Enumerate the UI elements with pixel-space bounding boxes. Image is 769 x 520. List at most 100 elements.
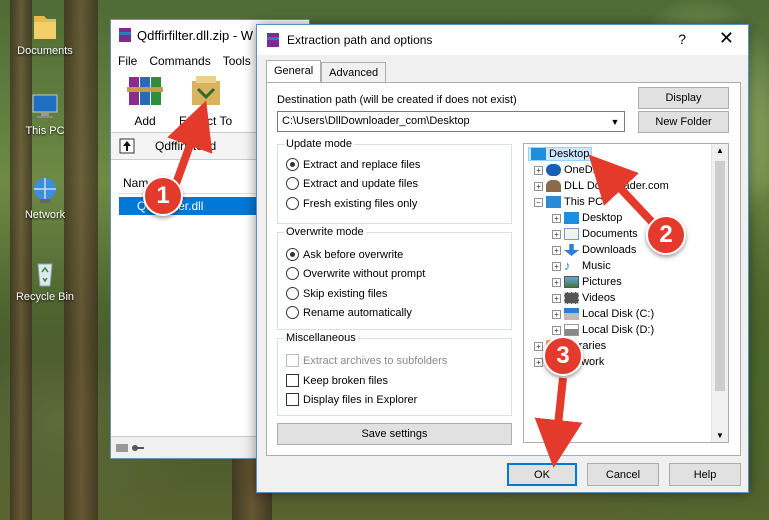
winrar-app-icon (267, 33, 279, 47)
checkbox (286, 354, 299, 367)
radio-button[interactable] (286, 197, 299, 210)
tree-label: Local Disk (C:) (582, 308, 655, 320)
extract-folder-icon (191, 76, 220, 105)
tree-item-videos[interactable]: + Videos (552, 292, 615, 304)
desktop-icon-this-pc[interactable]: This PC (10, 92, 80, 137)
file-row[interactable]: Qdffirfilter.dll (119, 197, 259, 215)
display-button[interactable]: Display (638, 87, 729, 109)
new-folder-button[interactable]: New Folder (638, 111, 729, 133)
tree-item-documents[interactable]: + Documents (552, 228, 638, 240)
videos-icon (564, 292, 579, 304)
tab-general[interactable]: General (266, 60, 322, 83)
checkbox[interactable] (286, 393, 299, 406)
help-icon[interactable]: ? (678, 31, 686, 47)
close-icon[interactable]: ✕ (719, 28, 734, 49)
tree-label: DLL Downloader.com (564, 180, 669, 192)
archive-books-icon (127, 77, 163, 105)
expand-icon[interactable]: + (552, 309, 561, 319)
menu-file[interactable]: File (118, 54, 137, 68)
tree-item-this-pc[interactable]: − This PC (534, 196, 603, 208)
folder-icon (34, 16, 56, 39)
expand-icon[interactable]: + (552, 245, 561, 255)
radio-overwrite-without[interactable]: Overwrite without prompt (286, 267, 425, 280)
check-keep-broken[interactable]: Keep broken files (286, 374, 388, 387)
menu-tools[interactable]: Tools (223, 54, 251, 68)
scroll-thumb[interactable] (715, 161, 725, 391)
expand-icon[interactable]: + (552, 325, 561, 335)
tree-item-dlldownloader[interactable]: + DLL Downloader.com (534, 180, 669, 192)
help-button[interactable]: Help (669, 463, 741, 486)
download-arrow-icon (564, 244, 579, 256)
tree-label: This PC (564, 196, 604, 208)
drive-icon (564, 308, 579, 320)
expand-icon[interactable]: + (534, 341, 543, 351)
tree-label: Documents (582, 228, 638, 240)
collapse-icon[interactable]: − (534, 197, 543, 207)
tree-label: OneDrive (564, 164, 611, 176)
radio-ask-before[interactable]: Ask before overwrite (286, 248, 403, 261)
desktop-icon-label: Network (24, 209, 66, 221)
radio-button[interactable] (286, 177, 299, 190)
music-note-icon: ♪ (564, 258, 571, 273)
computer-icon (32, 94, 58, 118)
radio-extract-update[interactable]: Extract and update files (286, 177, 418, 190)
tree-item-onedrive[interactable]: + OneDrive (534, 164, 610, 176)
ok-button[interactable]: OK (507, 463, 577, 486)
check-display-explorer[interactable]: Display files in Explorer (286, 393, 417, 406)
destination-path-value: C:\Users\DllDownloader_com\Desktop (282, 115, 470, 127)
up-folder-icon[interactable] (119, 138, 135, 154)
desktop-icon-label: Documents (17, 45, 73, 57)
expand-icon[interactable]: + (552, 213, 561, 223)
radio-button[interactable] (286, 158, 299, 171)
radio-button[interactable] (286, 267, 299, 280)
add-button[interactable]: Add (123, 73, 167, 128)
expand-icon[interactable]: + (552, 293, 561, 303)
expand-icon[interactable]: + (534, 357, 543, 367)
expand-icon[interactable]: + (552, 261, 561, 271)
checkbox-label: Keep broken files (303, 374, 388, 387)
checkbox-label: Display files in Explorer (303, 393, 418, 406)
radio-fresh-existing[interactable]: Fresh existing files only (286, 197, 417, 210)
folder-tree[interactable]: Desktop + OneDrive + DLL Downloader.com … (523, 143, 729, 443)
menu-commands[interactable]: Commands (149, 54, 210, 68)
radio-extract-replace[interactable]: Extract and replace files (286, 158, 420, 171)
tree-item-local-disk-d[interactable]: + Local Disk (D:) (552, 324, 654, 336)
cancel-button[interactable]: Cancel (587, 463, 659, 486)
desktop-icon-network[interactable]: Network (10, 176, 80, 221)
scroll-up-icon[interactable]: ▲ (716, 146, 724, 155)
desktop-icon-documents[interactable]: Documents (10, 12, 80, 57)
computer-icon (546, 196, 561, 208)
tree-label: Desktop (549, 148, 590, 160)
radio-button[interactable] (286, 287, 299, 300)
radio-button[interactable] (286, 306, 299, 319)
extract-to-button[interactable]: Extract To (179, 73, 232, 128)
expand-icon[interactable]: + (534, 165, 543, 175)
drive-icon (564, 324, 579, 336)
chevron-down-icon[interactable]: ▼ (606, 112, 624, 131)
drive-key-icon (116, 444, 144, 452)
tree-item-desktop[interactable]: Desktop (528, 147, 593, 161)
radio-button[interactable] (286, 248, 299, 261)
save-settings-button[interactable]: Save settings (277, 423, 512, 445)
destination-path-input[interactable]: C:\Users\DllDownloader_com\Desktop ▼ (277, 111, 625, 132)
checkbox[interactable] (286, 374, 299, 387)
tree-item-local-disk-c[interactable]: + Local Disk (C:) (552, 308, 654, 320)
step-marker-2: 2 (646, 215, 686, 255)
tree-scrollbar[interactable]: ▲ ▼ (711, 144, 728, 442)
tree-item-pc-desktop[interactable]: + Desktop (552, 212, 622, 224)
expand-icon[interactable]: + (552, 277, 561, 287)
radio-skip-existing[interactable]: Skip existing files (286, 287, 387, 300)
radio-rename-auto[interactable]: Rename automatically (286, 306, 412, 319)
tree-label: Local Disk (D:) (582, 324, 655, 336)
expand-icon[interactable]: + (534, 181, 543, 191)
desktop-icon-recycle-bin[interactable]: Recycle Bin (10, 258, 80, 303)
tree-item-pictures[interactable]: + Pictures (552, 276, 622, 288)
tree-item-music[interactable]: + ♪ Music (552, 258, 611, 273)
extraction-dialog: Extraction path and options ? ✕ General … (256, 24, 749, 493)
tree-item-downloads[interactable]: + Downloads (552, 244, 636, 256)
expand-icon[interactable]: + (552, 229, 561, 239)
miscellaneous-title: Miscellaneous (284, 332, 358, 344)
tab-advanced[interactable]: Advanced (321, 62, 387, 82)
radio-label: Overwrite without prompt (303, 267, 426, 280)
scroll-down-icon[interactable]: ▼ (716, 431, 724, 440)
